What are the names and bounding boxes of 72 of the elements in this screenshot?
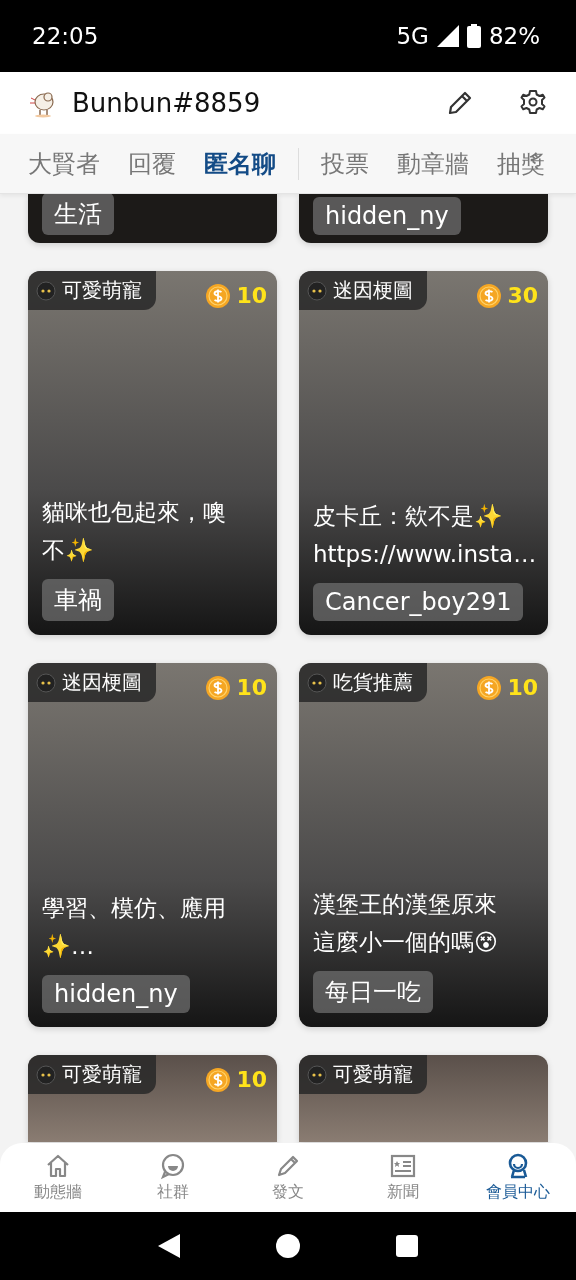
tab[interactable]: 匿名聊 [204,147,276,180]
post-card[interactable]: hidden_ny [299,194,548,243]
post-title: 這麼小一個的嗎😵 [312,928,499,957]
category-label: 吃貨推薦 [333,669,413,696]
nav-item[interactable]: 會員中心 [468,1151,569,1204]
category-label: 可愛萌寵 [333,1061,413,1088]
tab[interactable]: 大賢者 [28,147,100,180]
post-title: 不✨ [41,536,95,565]
author-tag: Cancer_boy291 [313,583,524,621]
username: Bunbun#8859 [72,88,262,118]
category-avatar-icon [307,280,327,301]
coin-count: 30 [507,283,538,308]
post-card[interactable]: 生活 [28,194,277,243]
category-label: 可愛萌寵 [62,1061,142,1088]
coin-count: 10 [236,1067,267,1092]
category-avatar-icon [36,672,56,693]
coin-count: 10 [236,675,267,700]
category-tag[interactable]: 迷因梗圖 [299,271,427,310]
coin-icon [206,283,231,308]
pencil-icon[interactable] [446,89,474,117]
coin-icon [206,1067,231,1092]
battery-icon [466,24,481,48]
news-icon [389,1152,418,1180]
nav-item[interactable]: 動態牆 [7,1151,108,1204]
category-label: 可愛萌寵 [62,277,142,304]
coin-icon [477,675,502,700]
author-tag: hidden_ny [313,197,461,235]
tab[interactable]: 抽獎 [497,147,545,180]
post-title: 漢堡王的漢堡原來 [312,890,498,919]
post-card[interactable]: 可愛萌寵 [299,1055,548,1142]
coin-icon [206,675,231,700]
author-tag: hidden_ny [42,975,190,1013]
nav-item[interactable]: 發文 [237,1151,338,1204]
category-avatar-icon [307,672,327,693]
back-icon[interactable] [158,1234,180,1258]
author-tag: 生活 [42,194,114,235]
clock: 22:05 [32,23,99,49]
signal-icon [436,25,459,47]
chat-icon [158,1152,187,1180]
network-type: 5G [396,23,429,49]
nav-item[interactable]: 新聞 [353,1151,454,1204]
category-avatar-icon [307,1064,327,1085]
home-icon[interactable] [276,1234,300,1258]
tab[interactable]: 回覆 [128,147,176,180]
post-title: https://www.insta… [312,540,538,569]
post-title: 貓咪也包起來，噢 [41,498,227,527]
category-label: 迷因梗圖 [333,277,413,304]
category-avatar-icon [36,280,56,301]
nav-item[interactable]: 社群 [122,1151,223,1204]
post-title: 皮卡丘：欸不是✨ [312,502,504,531]
category-tag[interactable]: 可愛萌寵 [28,1055,156,1094]
post-card[interactable]: 迷因梗圖 30 皮卡丘：欸不是✨ https://www.insta… Cancer_boy291 [299,271,548,635]
battery-percent: 82% [488,23,540,49]
author-tag: 每日一吃 [313,971,433,1013]
category-label: 迷因梗圖 [62,669,142,696]
category-tag[interactable]: 可愛萌寵 [28,271,156,310]
tab[interactable]: 投票 [321,147,369,180]
tab[interactable]: 動章牆 [397,147,469,180]
post-card[interactable]: 迷因梗圖 10 學習、模仿、應用 ✨… hidden_ny [28,663,277,1027]
coin-count: 10 [236,283,267,308]
post-card[interactable]: 吃貨推薦 10 漢堡王的漢堡原來 這麼小一個的嗎😵 每日一吃 [299,663,548,1027]
author-tag: 車禍 [42,579,114,621]
coin-icon [477,283,502,308]
post-title: 學習、模仿、應用 [41,894,227,923]
category-tag[interactable]: 可愛萌寵 [299,1055,427,1094]
coin-count: 10 [507,675,538,700]
post-card[interactable]: 可愛萌寵 10 貓咪也包起來，噢 不✨ 車禍 [28,271,277,635]
post-card[interactable]: 可愛萌寵 10 [28,1055,277,1142]
category-tag[interactable]: 迷因梗圖 [28,663,156,702]
category-tag[interactable]: 吃貨推薦 [299,663,427,702]
category-avatar-icon [36,1064,56,1085]
post-title: ✨… [41,932,95,961]
